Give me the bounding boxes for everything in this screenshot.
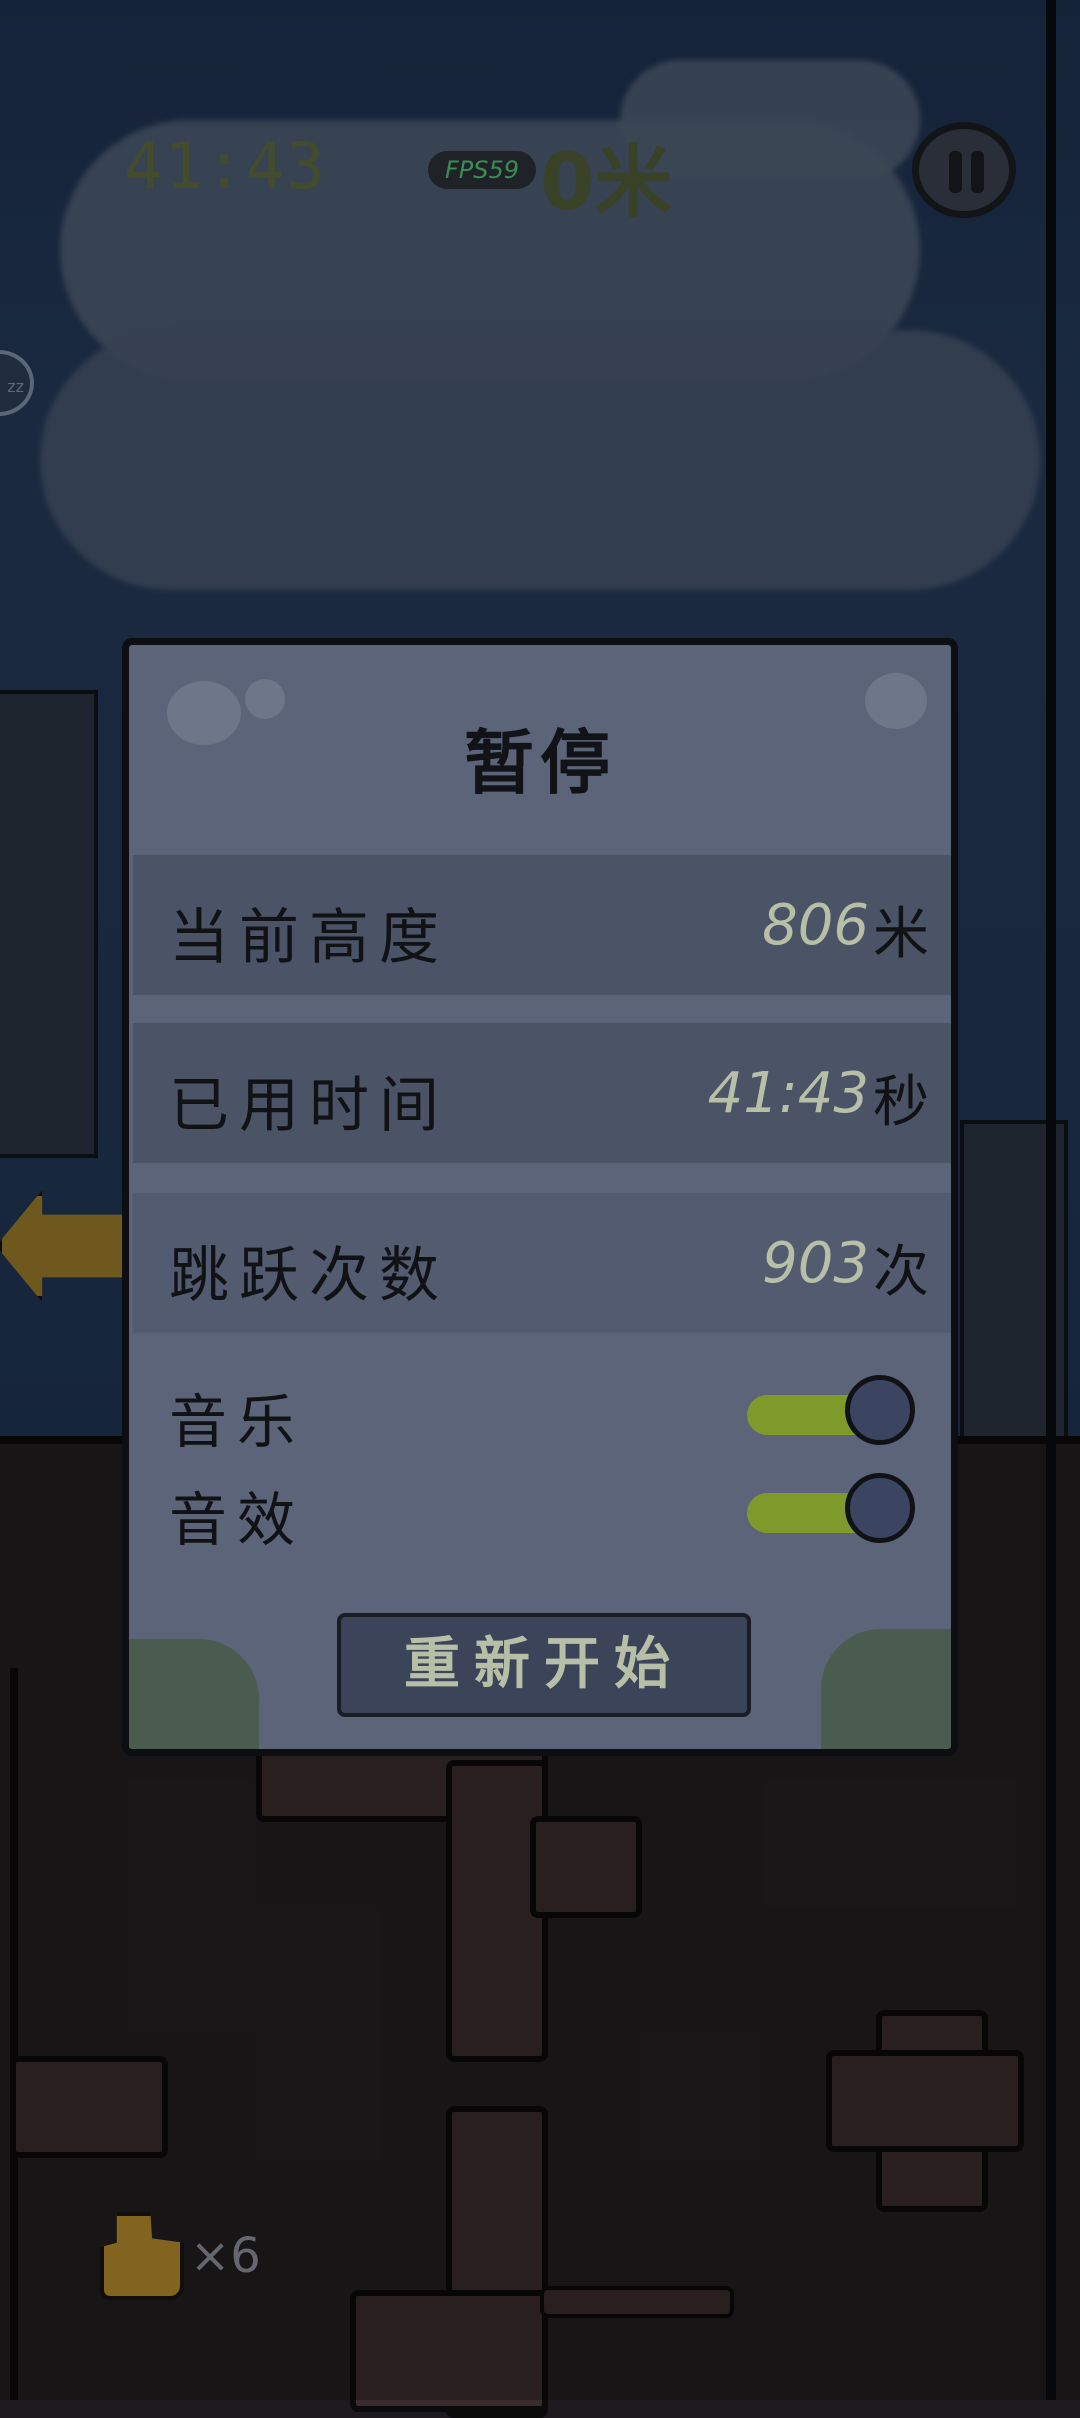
stat-unit: 米 (873, 902, 929, 967)
grass-decor (821, 1629, 951, 1749)
dialog-title: 暂停 (464, 722, 616, 804)
stat-label: 当前高度 (169, 903, 449, 973)
music-label: 音乐 (169, 1388, 306, 1456)
stat-label: 跳跃次数 (169, 1241, 449, 1311)
stat-value: 806 (762, 893, 869, 958)
music-toggle[interactable] (747, 1375, 915, 1447)
stat-value: 903 (762, 1231, 869, 1296)
stat-row-height: 当前高度 806 米 (133, 855, 951, 995)
stat-row-jumps: 跳跃次数 903 次 (133, 1193, 951, 1333)
sfx-toggle[interactable] (747, 1473, 915, 1545)
stat-value: 41:43 (707, 1061, 869, 1126)
grass-decor (129, 1639, 259, 1749)
stat-unit: 秒 (873, 1070, 929, 1135)
toggle-knob (845, 1375, 915, 1445)
pause-dialog: 暂停 当前高度 806 米 已用时间 41:43 秒 跳跃次数 903 次 音乐… (122, 638, 958, 1756)
stat-unit: 次 (873, 1240, 929, 1305)
toggle-knob (845, 1473, 915, 1543)
sfx-label: 音效 (169, 1486, 306, 1554)
stat-row-time: 已用时间 41:43 秒 (133, 1023, 951, 1163)
restart-button[interactable]: 重新开始 (337, 1613, 751, 1717)
stat-label: 已用时间 (169, 1071, 449, 1141)
